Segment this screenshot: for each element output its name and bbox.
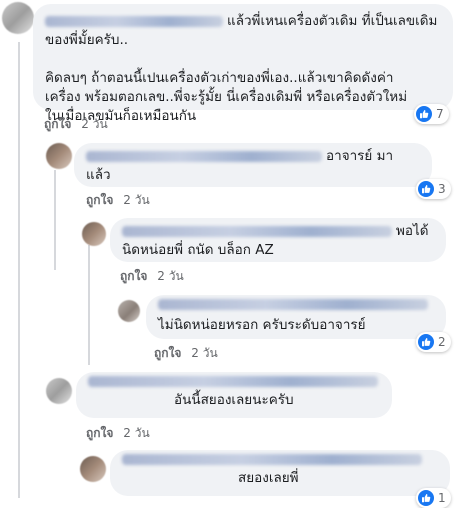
like-link[interactable]: ถูกใจ bbox=[44, 117, 71, 131]
reaction-count-value: 1 bbox=[438, 491, 446, 505]
comment-bubble: สยองเลยพี่ bbox=[110, 450, 450, 496]
author-name-blurred[interactable] bbox=[88, 376, 378, 387]
comment-time[interactable]: 2 วัน bbox=[157, 269, 183, 283]
reaction-count[interactable]: 1 bbox=[416, 488, 451, 508]
like-link[interactable]: ถูกใจ bbox=[86, 426, 113, 440]
comment-bubble: อันนี้สยองเลยนะครับ bbox=[76, 372, 392, 418]
author-name-blurred[interactable] bbox=[45, 15, 223, 27]
avatar[interactable] bbox=[82, 222, 106, 246]
comment-actions: ถูกใจ 2 วัน bbox=[154, 344, 224, 363]
comment-text: อันนี้สยองเลยนะครับ bbox=[174, 392, 294, 408]
comment-time[interactable]: 2 วัน bbox=[123, 426, 149, 440]
like-thumb-icon bbox=[418, 490, 434, 506]
comment-bubble: ไม่นิดหน่อยหรอก ครับระดับอาจารย์ bbox=[146, 295, 446, 339]
thread-line bbox=[88, 245, 90, 365]
thread-line bbox=[18, 42, 20, 498]
avatar[interactable] bbox=[80, 456, 106, 482]
comment-bubble: อาจารย์ มา แล้ว bbox=[74, 143, 432, 187]
like-link[interactable]: ถูกใจ bbox=[120, 269, 147, 283]
reaction-count-value: 2 bbox=[438, 335, 446, 349]
reaction-count[interactable]: 3 bbox=[416, 179, 451, 199]
author-name-blurred[interactable] bbox=[122, 454, 422, 465]
comment-time[interactable]: 2 วัน bbox=[81, 117, 107, 131]
comment-bubble: พอได้ นิดหน่อยพี่ ถนัด บล็อก AZ bbox=[110, 218, 446, 262]
comment-actions: ถูกใจ 2 วัน bbox=[86, 424, 156, 443]
reaction-count-value: 7 bbox=[436, 107, 444, 121]
avatar[interactable] bbox=[46, 143, 72, 169]
reaction-count-value: 3 bbox=[438, 182, 446, 196]
author-name-blurred[interactable] bbox=[122, 225, 392, 237]
avatar[interactable] bbox=[46, 378, 72, 404]
comment-bubble: แล้วพี่เหนเครื่องตัวเดิม ที่เป็นเลขเดิม … bbox=[33, 4, 453, 124]
reaction-count[interactable]: 2 bbox=[416, 332, 451, 352]
like-link[interactable]: ถูกใจ bbox=[86, 193, 113, 207]
comment-actions: ถูกใจ 2 วัน bbox=[86, 191, 156, 210]
author-name-blurred[interactable] bbox=[158, 299, 428, 310]
comment-actions: ถูกใจ 2 วัน bbox=[120, 267, 190, 286]
like-thumb-icon bbox=[418, 181, 434, 197]
author-name-blurred[interactable] bbox=[86, 150, 322, 162]
comment-actions: ถูกใจ 2 วัน bbox=[44, 115, 114, 134]
avatar[interactable] bbox=[2, 2, 34, 34]
like-thumb-icon bbox=[418, 334, 434, 350]
like-thumb-icon bbox=[416, 106, 432, 122]
comment-text: ไม่นิดหน่อยหรอก ครับระดับอาจารย์ bbox=[158, 317, 366, 333]
comment-text: แล้วพี่เหนเครื่องตัวเดิม ที่เป็นเลขเดิม … bbox=[45, 13, 438, 124]
comment-text: สยองเลยพี่ bbox=[238, 470, 299, 486]
comment-time[interactable]: 2 วัน bbox=[123, 193, 149, 207]
thread-line bbox=[54, 170, 56, 270]
comment-time[interactable]: 2 วัน bbox=[191, 346, 217, 360]
reaction-count[interactable]: 7 bbox=[414, 104, 449, 124]
like-link[interactable]: ถูกใจ bbox=[154, 346, 181, 360]
avatar[interactable] bbox=[118, 300, 140, 322]
